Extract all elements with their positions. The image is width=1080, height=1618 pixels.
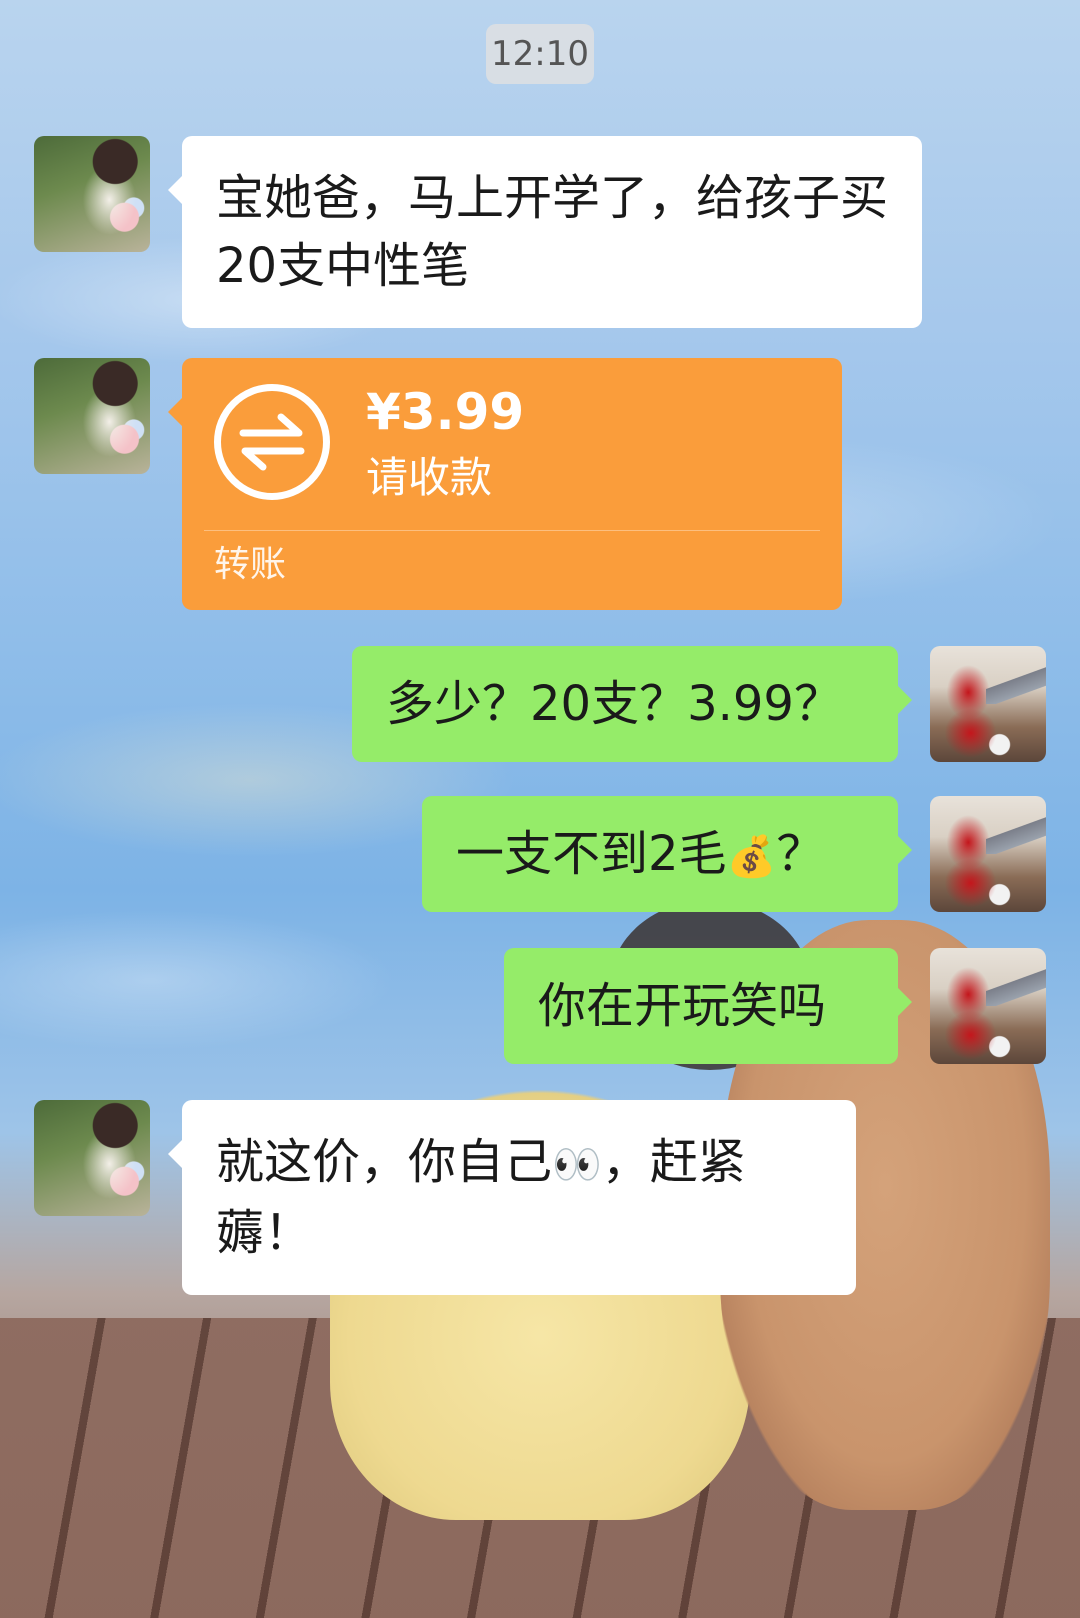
message-text: 多少？20支？3.99？ — [386, 676, 842, 732]
wife-avatar[interactable] — [34, 358, 150, 474]
wife-avatar[interactable] — [34, 136, 150, 252]
message-bubble[interactable]: 多少？20支？3.99？ — [352, 646, 912, 762]
message-text: 一支不到2毛 — [456, 826, 727, 882]
message-bubble[interactable]: 你在开玩笑吗 — [504, 948, 912, 1064]
message-bubble[interactable]: 宝她爸，马上开学了，给孩子买20支中性笔 — [168, 136, 922, 328]
transfer-label: 转账 — [214, 544, 287, 585]
transfer-card[interactable]: ¥3.99 请收款 转账 — [168, 358, 842, 610]
my-avatar[interactable] — [930, 646, 1046, 762]
transfer-amount: ¥3.99 — [366, 383, 525, 441]
message-text: 你在开玩笑吗 — [538, 978, 827, 1034]
transfer-divider — [204, 530, 820, 531]
message-text: ？ — [776, 826, 825, 882]
money-bag-emoji: 💰 — [726, 834, 777, 880]
transfer-arrows-icon — [214, 384, 330, 500]
my-avatar[interactable] — [930, 948, 1046, 1064]
message-bubble[interactable]: 就这价，你自己👀，赶紧薅！ — [168, 1100, 856, 1295]
message-text: 就这价，你自己 — [216, 1134, 553, 1190]
message-bubble[interactable]: 一支不到2毛💰？ — [422, 796, 912, 912]
eyes-emoji: 👀 — [552, 1142, 602, 1188]
my-avatar[interactable] — [930, 796, 1046, 912]
message-timestamp: 12:10 — [486, 24, 594, 84]
transfer-status: 请收款 — [366, 453, 493, 502]
wife-avatar[interactable] — [34, 1100, 150, 1216]
message-text: 宝她爸，马上开学了，给孩子买20支中性笔 — [216, 170, 889, 294]
